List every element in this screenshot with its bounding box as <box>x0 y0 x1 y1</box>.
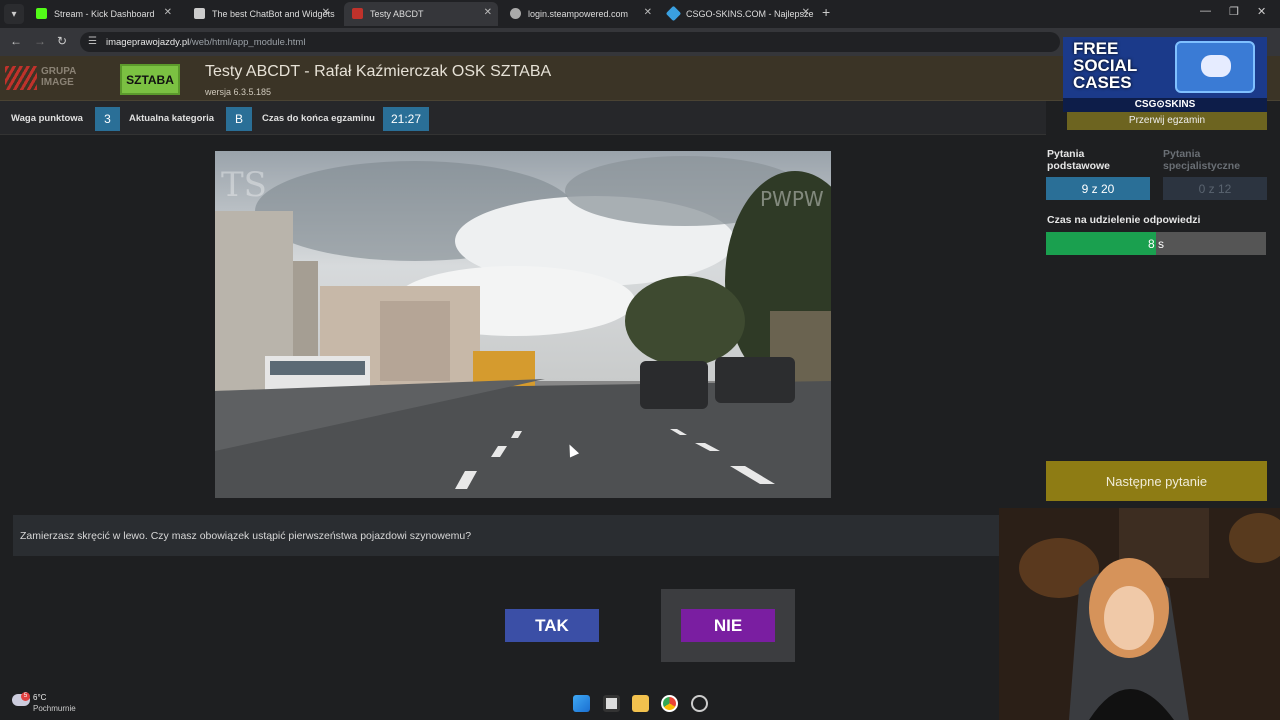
back-arrow-icon[interactable]: ← <box>10 34 22 48</box>
windows-start-icon[interactable] <box>573 695 590 712</box>
reload-icon[interactable]: ↻ <box>57 34 67 48</box>
taskbar-weather[interactable]: 5 6°C Pochmurnie <box>12 692 102 716</box>
time-left-label: Czas do końca egzaminu <box>262 113 375 124</box>
ad-headline: FREE SOCIAL CASES <box>1073 40 1137 91</box>
tab-search-button[interactable]: ▾ <box>4 4 24 24</box>
answer-yes-button[interactable]: TAK <box>505 609 599 642</box>
answer-time-value: 8 s <box>1147 236 1164 251</box>
close-icon[interactable]: ✕ <box>484 7 492 18</box>
url-path: /web/html/app_module.html <box>189 36 306 48</box>
tab-title: CSGO-SKINS.COM - Najlepsze <box>686 9 814 19</box>
site-icon <box>352 8 363 19</box>
weather-desc: Pochmurnie <box>33 704 76 713</box>
sponsor-banner: FREE SOCIAL CASES CSG⊙SKINS <box>1063 37 1267 112</box>
browser-tab-bar: ▾ Stream - Kick Dashboard ✕ The best Cha… <box>0 0 1280 28</box>
tab-title: Testy ABCDT <box>370 9 424 19</box>
weight-value: 3 <box>95 107 120 131</box>
file-explorer-icon[interactable] <box>632 695 649 712</box>
globe-icon <box>510 8 521 19</box>
obs-icon[interactable] <box>691 695 708 712</box>
close-window-icon[interactable]: ✕ <box>1257 5 1266 18</box>
sztaba-logo: SZTABA <box>120 64 180 95</box>
close-icon[interactable]: ✕ <box>802 7 810 18</box>
weather-temp: 6°C <box>33 693 47 702</box>
basic-questions-label: Pytania podstawowe <box>1047 148 1111 172</box>
restore-icon[interactable]: ❐ <box>1229 5 1239 18</box>
browser-tab[interactable]: CSGO-SKINS.COM - Najlepsze ✕ <box>660 2 816 26</box>
page-title: Testy ABCDT - Rafał Kaźmierczak OSK SZTA… <box>205 63 552 80</box>
logo-stripes-icon <box>5 66 37 90</box>
screen: ▾ Stream - Kick Dashboard ✕ The best Cha… <box>0 0 1280 720</box>
diamond-icon <box>665 5 682 22</box>
close-icon[interactable]: ✕ <box>644 7 652 18</box>
question-text: Zamierzasz skręcić w lewo. Czy masz obow… <box>13 515 999 556</box>
streamer-webcam-image <box>999 508 1280 720</box>
answer-no-button[interactable]: NIE <box>681 609 775 642</box>
ad-brand: CSG⊙SKINS <box>1063 98 1267 112</box>
question-video[interactable]: TS PWPW <box>215 151 831 498</box>
category-value: B <box>226 107 252 131</box>
close-icon[interactable]: ✕ <box>164 7 172 18</box>
tab-title: Stream - Kick Dashboard <box>54 9 155 19</box>
address-bar[interactable]: ☰ imageprawojazdy.pl/web/html/app_module… <box>80 32 1060 52</box>
tab-title: login.steampowered.com <box>528 9 629 19</box>
answer-time-bar: 8 s <box>1046 232 1266 255</box>
close-icon[interactable]: ✕ <box>322 7 330 18</box>
site-info-icon[interactable]: ☰ <box>88 36 97 47</box>
browser-tab-active[interactable]: Testy ABCDT ✕ <box>344 2 498 26</box>
tab-title: The best ChatBot and Widgets <box>212 9 335 19</box>
url-host: imageprawojazdy.pl <box>106 36 190 48</box>
webcam-overlay <box>999 508 1280 720</box>
new-tab-plus-icon[interactable]: + <box>822 4 830 20</box>
ad-headline-line: FREE <box>1073 39 1119 58</box>
browser-tab[interactable]: The best ChatBot and Widgets ✕ <box>186 2 336 26</box>
logo-text: GRUPA IMAGE <box>41 66 76 88</box>
browser-tab[interactable]: login.steampowered.com ✕ <box>502 2 658 26</box>
browser-tab[interactable]: Stream - Kick Dashboard ✕ <box>28 2 178 26</box>
answer-no-selected[interactable]: NIE <box>661 589 795 662</box>
minimize-icon[interactable]: — <box>1200 5 1211 17</box>
road-scene-image: TS PWPW <box>215 151 831 498</box>
grupa-image-logo: GRUPA IMAGE <box>5 66 95 90</box>
ad-headline-line: SOCIAL <box>1073 56 1138 75</box>
watermark-left: TS <box>221 165 267 205</box>
special-questions-label: Pytania specjalistyczne <box>1163 148 1241 172</box>
category-label: Aktualna kategoria <box>129 113 214 124</box>
weight-label: Waga punktowa <box>11 113 83 124</box>
ad-headline-line: CASES <box>1073 73 1132 92</box>
special-questions-counter: 0 z 12 <box>1163 177 1267 200</box>
kick-icon <box>36 8 47 19</box>
basic-questions-counter: 9 z 20 <box>1046 177 1150 200</box>
forward-arrow-icon[interactable]: → <box>34 34 46 48</box>
time-left-value: 21:27 <box>383 107 429 131</box>
weather-badge: 5 <box>21 692 30 701</box>
exam-info-bar: Waga punktowa 3 Aktualna kategoria B Cza… <box>0 101 1046 135</box>
next-question-button[interactable]: Następne pytanie <box>1046 461 1267 501</box>
app-version: wersja 6.3.5.185 <box>205 87 272 97</box>
watermark-right: PWPW <box>760 187 824 211</box>
chrome-icon[interactable] <box>661 695 678 712</box>
shield-icon <box>194 8 205 19</box>
answer-time-label: Czas na udzielenie odpowiedzi <box>1047 214 1201 226</box>
task-view-icon[interactable] <box>603 695 620 712</box>
abort-exam-button[interactable]: Przerwij egzamin <box>1067 110 1267 130</box>
discord-case-icon <box>1175 41 1255 93</box>
